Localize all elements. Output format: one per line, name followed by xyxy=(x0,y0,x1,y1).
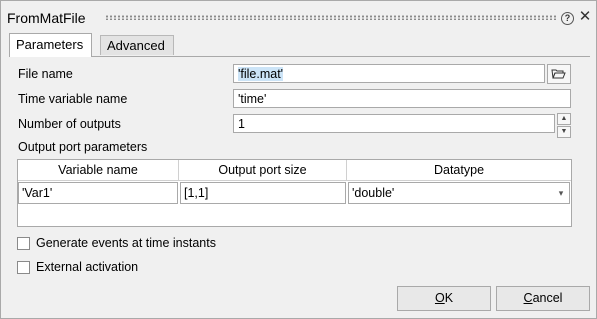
dialog-title: FromMatFile xyxy=(7,10,86,26)
browse-file-button[interactable] xyxy=(547,64,571,84)
generate-events-checkbox-row[interactable]: Generate events at time instants xyxy=(17,236,277,252)
cancel-mnemonic: C xyxy=(523,291,533,305)
output-port-section-label: Output port parameters xyxy=(18,140,148,154)
external-activation-label: External activation xyxy=(36,260,139,274)
column-header-output-port-size[interactable]: Output port size xyxy=(179,160,347,181)
column-header-variable-name[interactable]: Variable name xyxy=(18,160,179,181)
cancel-button[interactable]: Cancel xyxy=(496,286,590,311)
time-variable-label: Time variable name xyxy=(18,92,128,106)
spin-up-icon[interactable]: ▲ xyxy=(557,113,571,125)
time-variable-field[interactable]: 'time' xyxy=(233,89,571,108)
ok-button[interactable]: OK xyxy=(397,286,491,311)
close-icon[interactable]: ✕ xyxy=(578,9,592,25)
external-activation-checkbox[interactable] xyxy=(17,261,30,274)
column-header-datatype[interactable]: Datatype xyxy=(347,160,571,181)
ok-label-rest: K xyxy=(444,291,454,305)
generate-events-checkbox[interactable] xyxy=(17,237,30,250)
folder-open-icon xyxy=(551,69,566,79)
output-port-table: Variable name Output port size Datatype … xyxy=(17,159,572,227)
generate-events-label: Generate events at time instants xyxy=(36,236,216,250)
tab-advanced[interactable]: Advanced xyxy=(100,35,174,55)
help-icon[interactable]: ? xyxy=(561,12,574,25)
cancel-label-rest: ancel xyxy=(532,291,563,305)
drag-grip[interactable] xyxy=(105,15,557,20)
file-name-value: 'file.mat' xyxy=(238,67,284,81)
num-outputs-label: Number of outputs xyxy=(18,117,121,131)
ok-mnemonic: O xyxy=(434,291,445,305)
num-outputs-field[interactable]: 1 xyxy=(233,114,555,133)
num-outputs-spinner[interactable]: ▲ ▼ xyxy=(557,113,571,138)
from-mat-file-dialog: FromMatFile ? ✕ Parameters Advanced File… xyxy=(0,0,597,319)
file-name-label: File name xyxy=(18,67,73,81)
file-name-field[interactable]: 'file.mat' xyxy=(233,64,545,83)
chevron-down-icon[interactable]: ▾ xyxy=(555,186,567,200)
cell-variable-name[interactable]: 'Var1' xyxy=(18,182,178,204)
title-bar[interactable]: FromMatFile ? ✕ xyxy=(1,1,596,31)
external-activation-checkbox-row[interactable]: External activation xyxy=(17,260,217,276)
datatype-value: 'double' xyxy=(352,186,395,200)
spin-down-icon[interactable]: ▼ xyxy=(557,126,571,138)
tab-panel-border xyxy=(9,56,590,57)
cell-datatype-select[interactable]: 'double' ▾ xyxy=(348,182,570,204)
tab-parameters[interactable]: Parameters xyxy=(9,33,92,57)
cell-output-port-size[interactable]: [1,1] xyxy=(180,182,346,204)
